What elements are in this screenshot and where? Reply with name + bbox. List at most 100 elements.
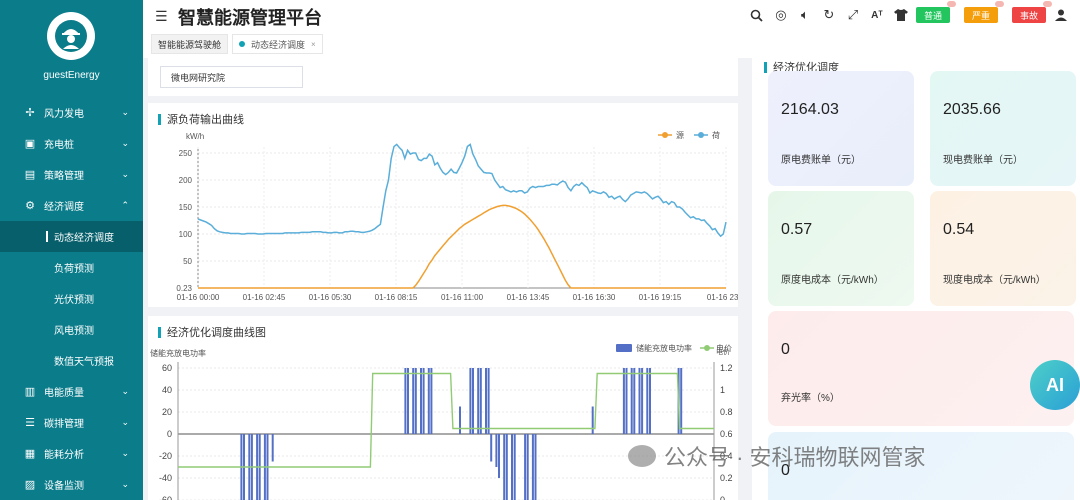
chart-title-text: 经济优化调度曲线图 bbox=[167, 327, 266, 339]
bar-storage-power bbox=[495, 434, 498, 467]
sidebar-item-label: 充电桩 bbox=[44, 140, 74, 151]
bar-storage-power bbox=[680, 368, 683, 434]
sidebar-subitem-label: 数值天气预报 bbox=[54, 357, 114, 368]
chevron-down-icon: ⌄ bbox=[121, 479, 129, 489]
page-title: 智慧能源管理平台 bbox=[178, 8, 322, 28]
sidebar-item-dispatch[interactable]: ⚙ 经济调度 ⌃ bbox=[0, 190, 143, 221]
stat-value: 0 bbox=[781, 341, 790, 358]
refresh-icon[interactable]: ↻ bbox=[820, 6, 838, 24]
y2-tick-label: 0 bbox=[720, 495, 725, 500]
sidebar-subitem-dynamic-dispatch[interactable]: 动态经济调度 bbox=[0, 221, 143, 252]
theme-shirt-icon[interactable] bbox=[892, 6, 910, 24]
sidebar-subitem-weather[interactable]: 数值天气预报 bbox=[0, 345, 143, 376]
bar-storage-power bbox=[534, 434, 537, 500]
sidebar-subitem-pv-forecast[interactable]: 光伏预测 bbox=[0, 283, 143, 314]
bar-storage-power bbox=[430, 368, 433, 434]
sidebar: guestEnergy ✢ 风力发电 ⌄ ▣ 充电桩 ⌄ ▤ 策略管理 ⌄ ⚙ … bbox=[0, 0, 143, 500]
bar-storage-power bbox=[271, 434, 274, 462]
bar-storage-power bbox=[505, 434, 508, 500]
alert-count-badge bbox=[994, 1, 1004, 7]
x-tick-label: 01-16 08:15 bbox=[375, 293, 418, 302]
hamburger-icon[interactable]: ☰ bbox=[155, 8, 168, 25]
stat-value: 0.57 bbox=[781, 221, 813, 238]
legend-label: 源 bbox=[676, 131, 684, 140]
bar-storage-power bbox=[591, 406, 594, 434]
close-icon[interactable]: × bbox=[311, 40, 316, 49]
site-select[interactable]: 微电网研究院 bbox=[160, 66, 303, 88]
chevron-down-icon: ⌄ bbox=[121, 417, 129, 427]
bar-storage-power bbox=[633, 368, 636, 434]
gear-icon: ⚙ bbox=[25, 200, 35, 212]
sidebar-item-strategy[interactable]: ▤ 策略管理 ⌄ bbox=[0, 159, 143, 190]
source-load-chart-card: 源负荷输出曲线 kW/h 250 200 150 100 50 0.23 01-16 00:0… bbox=[148, 103, 746, 307]
bar-storage-power bbox=[420, 368, 422, 434]
strategy-icon: ▤ bbox=[24, 169, 36, 181]
speaker-icon[interactable]: 🔈︎ bbox=[796, 6, 814, 24]
y-axis-label: kW/h bbox=[186, 132, 204, 141]
alert-serious-button[interactable]: 严重 bbox=[963, 1, 1004, 23]
bar-storage-power bbox=[459, 406, 461, 434]
sidebar-item-charging[interactable]: ▣ 充电桩 ⌄ bbox=[0, 128, 143, 159]
y-tick-label: 50 bbox=[183, 257, 192, 266]
x-tick-label: 01-16 16:30 bbox=[573, 293, 616, 302]
y2-tick-label: 1.2 bbox=[720, 363, 733, 373]
main-content: 微电网研究院 源负荷输出曲线 kW/h 250 200 150 100 50 0.23 01-… bbox=[143, 58, 746, 500]
x-tick-label: 01-16 05:30 bbox=[309, 293, 352, 302]
bar-storage-power bbox=[485, 368, 487, 434]
sidebar-item-energy-analysis[interactable]: ▦ 能耗分析 ⌄ bbox=[0, 438, 143, 469]
sidebar-subitem-load-forecast[interactable]: 负荷预测 bbox=[0, 252, 143, 283]
bar-storage-power bbox=[630, 368, 633, 434]
y-tick-label: -20 bbox=[159, 451, 172, 461]
chart-title: 源负荷输出曲线 bbox=[158, 111, 244, 127]
y-tick-label: 150 bbox=[179, 203, 193, 212]
legend-marker bbox=[704, 345, 710, 351]
y2-tick-label: 0.8 bbox=[720, 407, 733, 417]
y-tick-label: 250 bbox=[179, 149, 193, 158]
sidebar-menu: ✢ 风力发电 ⌄ ▣ 充电桩 ⌄ ▤ 策略管理 ⌄ ⚙ 经济调度 ⌃ 动态经济调… bbox=[0, 97, 143, 500]
ai-assistant-button[interactable]: AI bbox=[1030, 360, 1080, 410]
bar-storage-power bbox=[513, 434, 516, 500]
alert-normal-button[interactable]: 普通 bbox=[915, 1, 956, 23]
search-icon[interactable] bbox=[748, 6, 766, 24]
alert-label: 严重 bbox=[971, 10, 990, 21]
x-tick-label: 01-16 13:45 bbox=[507, 293, 550, 302]
stat-value: 2164.03 bbox=[781, 101, 839, 118]
bar-storage-power bbox=[625, 368, 628, 434]
y-tick-label: -40 bbox=[159, 473, 172, 483]
sidebar-item-label: 能耗分析 bbox=[44, 450, 84, 461]
chevron-down-icon: ⌄ bbox=[121, 138, 129, 148]
bar-storage-power bbox=[414, 368, 417, 434]
chevron-up-icon: ⌃ bbox=[121, 200, 129, 210]
fullscreen-icon[interactable]: ⤢ bbox=[844, 6, 862, 24]
alert-accident-button[interactable]: 事故 bbox=[1011, 1, 1052, 23]
bar-storage-power bbox=[622, 368, 625, 434]
x-tick-label: 01-16 19:15 bbox=[639, 293, 682, 302]
bar-storage-power bbox=[490, 434, 493, 462]
y-tick-label: 0 bbox=[167, 429, 172, 439]
monitor-icon: ▨ bbox=[24, 479, 36, 491]
stat-card-original-bill: 2164.03 原电费账单（元） bbox=[768, 71, 914, 186]
tab-energy-cockpit[interactable]: 智能能源驾驶舱 bbox=[151, 34, 229, 54]
sidebar-item-carbon[interactable]: ☰ 碳排管理 ⌄ bbox=[0, 407, 143, 438]
chevron-down-icon: ⌄ bbox=[121, 107, 129, 117]
title-accent bbox=[158, 113, 161, 125]
help-icon[interactable]: ◎ bbox=[772, 6, 790, 24]
chart-title-text: 源负荷输出曲线 bbox=[167, 114, 244, 126]
bar-storage-power bbox=[649, 368, 651, 434]
y-axis-label: 储能充放电功率 bbox=[150, 348, 206, 358]
font-size-icon[interactable]: Aᵀ bbox=[868, 6, 886, 24]
y-tick-label: 200 bbox=[179, 176, 193, 185]
stat-label: 原度电成本（元/kWh） bbox=[781, 275, 884, 286]
sidebar-item-wind[interactable]: ✢ 风力发电 ⌄ bbox=[0, 97, 143, 128]
sidebar-subitem-wind-forecast[interactable]: 风电预测 bbox=[0, 314, 143, 345]
user-icon[interactable] bbox=[1052, 6, 1070, 24]
tab-dynamic-dispatch[interactable]: 动态经济调度 × bbox=[232, 34, 323, 54]
economic-dispatch-panel: 经济优化调度 2164.03 原电费账单（元） 2035.66 现电费账单（元）… bbox=[752, 58, 1080, 500]
sidebar-item-device-monitor[interactable]: ▨ 设备监测 ⌄ bbox=[0, 469, 143, 500]
page-tabs: 智能能源驾驶舱 动态经济调度 × bbox=[151, 34, 323, 54]
x-tick-label: 01-16 23:4 bbox=[707, 293, 738, 302]
sidebar-item-label: 电能质量 bbox=[44, 388, 84, 399]
x-tick-label: 01-16 11:00 bbox=[441, 293, 484, 302]
sidebar-item-power-quality[interactable]: ▥ 电能质量 ⌄ bbox=[0, 376, 143, 407]
chevron-down-icon: ⌄ bbox=[121, 386, 129, 396]
